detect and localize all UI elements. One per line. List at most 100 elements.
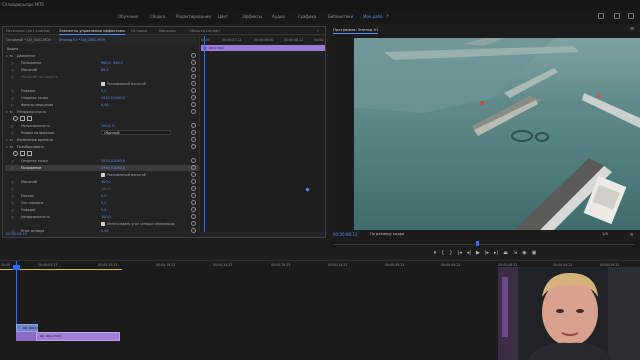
fx-icon[interactable]: fx: [10, 110, 13, 114]
stopwatch-icon[interactable]: ◷: [11, 68, 14, 72]
stopwatch-icon[interactable]: ◷: [11, 61, 14, 65]
mini-timeline-ruler[interactable]: 00:00 00:00:07:12 00:00:08:00 00:00:08:1…: [200, 36, 326, 44]
effect-param-value[interactable]: 1080,0: [113, 159, 125, 163]
mark-in-icon[interactable]: {: [441, 248, 444, 258]
effect-row[interactable]: ◷ Положение 1964,0 1080,0: [5, 165, 199, 171]
reset-icon[interactable]: [191, 102, 196, 107]
pen-mask-icon[interactable]: [27, 151, 32, 156]
effect-row[interactable]: Равномерный масштаб: [5, 81, 199, 87]
fx-icon[interactable]: fx: [10, 145, 13, 149]
program-scrubber[interactable]: [330, 240, 640, 248]
go-to-out-icon[interactable]: ▸|: [494, 248, 498, 258]
stopwatch-icon[interactable]: ◷: [11, 215, 14, 219]
stopwatch-icon[interactable]: ◷: [11, 96, 14, 100]
workspace-tab-effects[interactable]: Эффекты: [242, 14, 262, 19]
effect-param-value[interactable]: 100,0: [101, 215, 111, 219]
search-icon[interactable]: [598, 13, 604, 19]
tab-markers[interactable]: Маркеры: [159, 29, 176, 33]
reset-icon[interactable]: [191, 214, 196, 219]
reset-icon[interactable]: [191, 221, 196, 226]
reset-icon[interactable]: [191, 130, 196, 135]
reset-icon[interactable]: [191, 228, 196, 233]
master-clip-path[interactable]: Основной * DJI_0001.MOV: [6, 38, 51, 42]
workspace-tab-my-work[interactable]: Мое рабо: [363, 14, 383, 19]
stopwatch-icon[interactable]: ◷: [11, 194, 14, 198]
reset-icon[interactable]: [191, 144, 196, 149]
stopwatch-icon[interactable]: ◷: [11, 131, 14, 135]
program-monitor-title[interactable]: Программа: Эпизод 01: [333, 27, 379, 34]
scrubber-playhead[interactable]: [476, 241, 479, 246]
effect-row[interactable]: ◷ Опорная точка 1920,0 1080,0: [5, 158, 199, 164]
effect-param-value[interactable]: 0,00: [101, 229, 109, 233]
compare-icon[interactable]: ▣: [532, 248, 537, 258]
workspace-tab-libraries[interactable]: Библиотеки: [328, 14, 353, 19]
workspace-tab-color[interactable]: Цвет: [218, 14, 228, 19]
tab-effect-controls[interactable]: Элементы управления эффектами: [59, 29, 125, 35]
panel-menu-icon[interactable]: ≡: [630, 26, 634, 32]
workspace-tab-graphics[interactable]: Графика: [298, 14, 316, 19]
panel-menu-icon[interactable]: »: [317, 29, 319, 33]
ellipse-mask-icon[interactable]: [13, 151, 18, 156]
reset-icon[interactable]: [191, 53, 196, 58]
effect-row[interactable]: ◷ Масштаб 100,0: [5, 179, 199, 185]
workspace-tab-assembly[interactable]: Сборка: [150, 14, 165, 19]
effect-param-value[interactable]: 960,0: [101, 61, 111, 65]
mark-out-icon[interactable]: }: [449, 248, 452, 258]
effect-row[interactable]: ◷ Опорная точка 1920,0 1080,0: [5, 95, 199, 101]
extract-icon[interactable]: ⇲: [513, 248, 517, 258]
ellipse-mask-icon[interactable]: [13, 116, 18, 121]
workspace-tab-editing[interactable]: Редактирование: [176, 14, 211, 19]
effect-param-value[interactable]: 0,0: [101, 201, 106, 205]
effect-row[interactable]: ◷ Поворот 0,0: [5, 207, 199, 213]
effect-mini-timeline[interactable]: 00:00 00:00:07:12 00:00:08:00 00:00:08:1…: [199, 36, 325, 232]
effect-param-value[interactable]: 1964,0: [101, 166, 113, 170]
reset-icon[interactable]: [191, 81, 196, 86]
play-icon[interactable]: ▶: [476, 248, 480, 258]
program-timecode[interactable]: 00:00:06:13: [333, 232, 357, 237]
chevron-down-icon[interactable]: ▾: [6, 138, 8, 142]
effect-param-value[interactable]: 1080,0: [113, 166, 125, 170]
effect-param-value[interactable]: 1920,0: [101, 159, 113, 163]
effect-row[interactable]: [5, 151, 199, 157]
reset-icon[interactable]: [191, 179, 196, 184]
stopwatch-icon[interactable]: ◷: [11, 208, 14, 212]
effect-row[interactable]: Использовать угол затвора композиции: [5, 221, 199, 227]
reset-icon[interactable]: [191, 165, 196, 170]
audio-clip-start[interactable]: [16, 332, 36, 341]
effect-row[interactable]: ◷ Непрозрачность 100,0: [5, 214, 199, 220]
effect-param-value[interactable]: 100,0: [101, 180, 111, 184]
workspace-more-icon[interactable]: »: [386, 13, 389, 19]
stopwatch-icon[interactable]: ◷: [11, 201, 14, 205]
effect-row[interactable]: ▾ fx Изменение времени: [5, 137, 199, 143]
keyframe-marker[interactable]: [305, 187, 310, 192]
fullscreen-icon[interactable]: [628, 13, 634, 19]
workspace-tab-audio[interactable]: Аудио: [272, 14, 285, 19]
stopwatch-icon[interactable]: ◷: [11, 75, 14, 79]
effect-param-value[interactable]: 68,0: [101, 68, 109, 72]
pen-mask-icon[interactable]: [27, 116, 32, 121]
reset-icon[interactable]: [191, 74, 196, 79]
chevron-down-icon[interactable]: ▾: [6, 145, 8, 149]
effect-row[interactable]: [5, 116, 199, 122]
effect-param-value[interactable]: 0,0: [101, 194, 106, 198]
effect-param-value[interactable]: 0,0: [101, 208, 106, 212]
audio-clip[interactable]: DJI_0001.MOV: [36, 332, 120, 341]
effect-row[interactable]: ◷ Положение 960,0 540,0: [5, 60, 199, 66]
mini-playhead[interactable]: [204, 36, 205, 232]
step-back-icon[interactable]: ◂|: [467, 248, 471, 258]
effect-row[interactable]: ◷ Поворот 0,0: [5, 88, 199, 94]
reset-icon[interactable]: [191, 109, 196, 114]
stopwatch-icon[interactable]: ◷: [11, 187, 14, 191]
go-to-in-icon[interactable]: |◂: [458, 248, 462, 258]
checkbox[interactable]: [101, 222, 105, 226]
quick-export-icon[interactable]: [614, 13, 620, 19]
checkbox[interactable]: [101, 173, 105, 177]
effect-row[interactable]: ◷ Масштаб по ширине: [5, 74, 199, 80]
stopwatch-icon[interactable]: ◷: [11, 159, 14, 163]
blend-mode-dropdown[interactable]: Обычный: [101, 130, 171, 135]
effect-row[interactable]: ▾ fx Непрозрачность: [5, 109, 199, 115]
effect-param-value[interactable]: 0,00: [101, 103, 109, 107]
stopwatch-icon[interactable]: ◷: [11, 89, 14, 93]
chevron-down-icon[interactable]: ▾: [6, 110, 8, 114]
workspace-tab-learning[interactable]: Обучение: [118, 14, 138, 19]
